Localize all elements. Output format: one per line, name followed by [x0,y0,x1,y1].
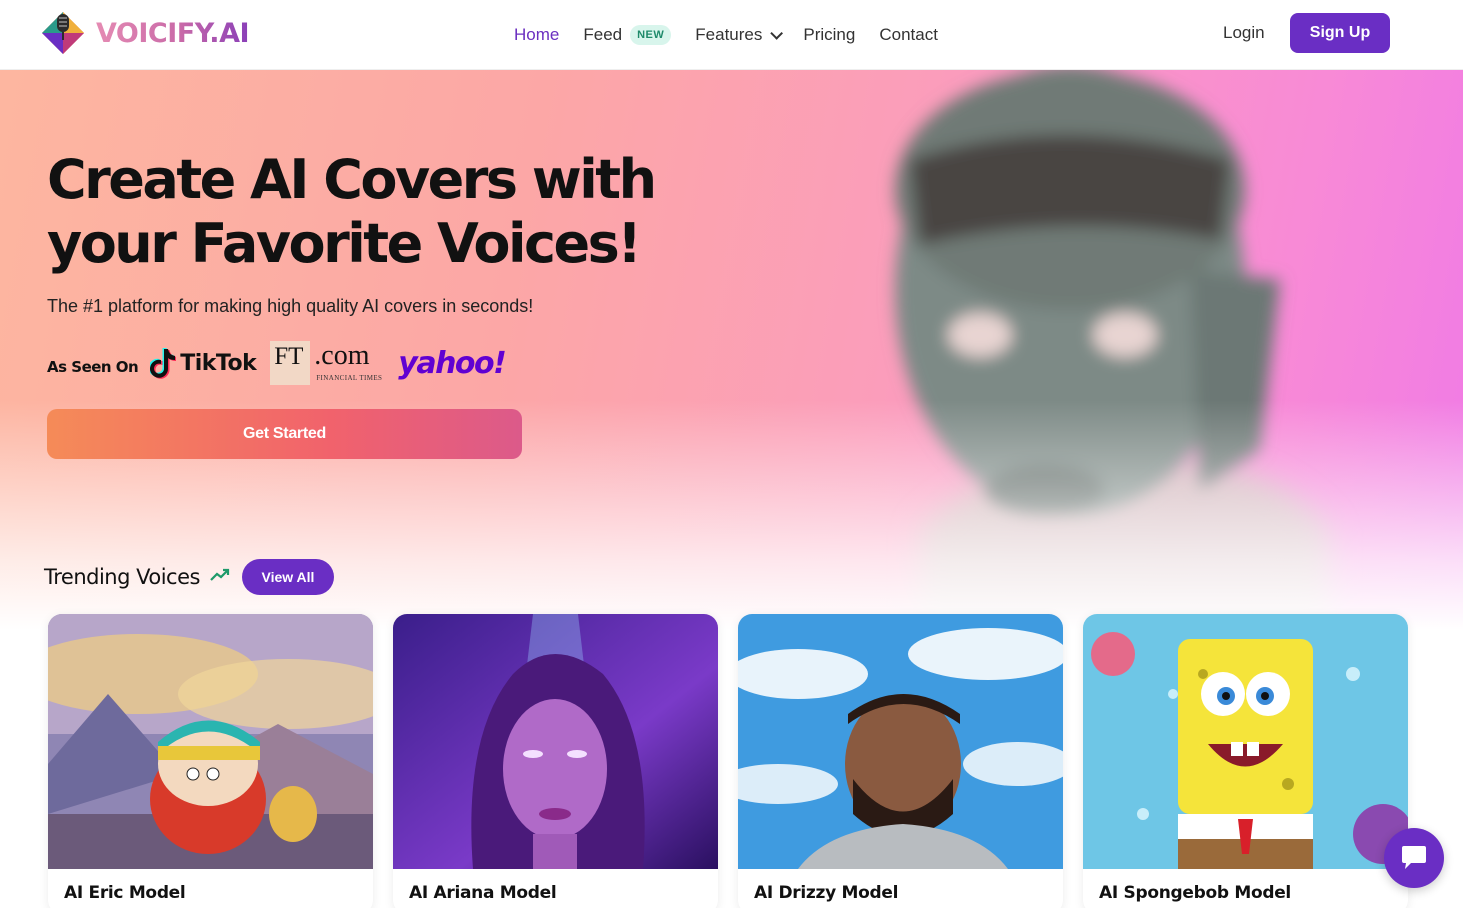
new-badge: NEW [630,25,672,45]
brand-logo[interactable]: VOICIFY.AI [38,8,250,58]
chat-bubble-icon [1402,846,1426,869]
nav-features-label: Features [695,25,763,44]
voice-card[interactable]: AI Drizzy Model [738,614,1063,908]
nav-features[interactable]: Features [695,25,784,45]
tiktok-text: TikTok [180,350,257,376]
nav-feed[interactable]: Feed NEW [583,25,672,45]
main-menu: Home Feed NEW Features Pricing Contact [514,0,962,70]
yahoo-logo: yahoo! [398,345,507,381]
nav-feed-label: Feed [583,25,623,44]
voice-card-name: AI Drizzy Model [754,883,899,903]
voice-card-name: AI Ariana Model [409,883,557,903]
top-navbar: VOICIFY.AI Home Feed NEW Features Pricin… [0,0,1463,70]
hero-title-line2: your Favorite Voices! [47,212,642,275]
voice-card[interactable]: AI Eric Model [48,614,373,908]
brand-name: VOICIFY.AI [96,17,250,49]
voice-card[interactable]: AI Ariana Model [393,614,718,908]
ft-small-caption: FINANCIAL TIMES [316,374,383,382]
voice-card-image [393,614,718,869]
as-seen-on-label: As Seen On [47,358,139,376]
trending-cards: AI Eric Model AI Ariana Model AI Drizzy … [48,614,1408,908]
hero-title: Create AI Covers with your Favorite Voic… [47,148,667,276]
voice-card-image [738,614,1063,869]
view-all-button[interactable]: View All [241,559,334,595]
tiktok-logo: TikTok [150,347,257,379]
voice-card-image [48,614,373,869]
nav-contact-label: Contact [879,25,938,44]
voice-card-image [1083,614,1408,869]
microphone-gem-icon [38,8,88,58]
hero-subtitle: The #1 platform for making high quality … [47,296,534,316]
trending-up-icon [210,568,230,587]
chevron-down-icon [770,26,784,40]
tiktok-icon [150,348,177,379]
hero-title-line1: Create AI Covers with [47,148,657,211]
nav-home-label: Home [514,25,560,44]
get-started-button[interactable]: Get Started [47,409,522,459]
hero-section: Create AI Covers with your Favorite Voic… [0,70,1463,630]
trending-header: Trending Voices View All [44,559,334,595]
nav-pricing-label: Pricing [803,25,856,44]
nav-pricing[interactable]: Pricing [803,25,855,45]
voice-card[interactable]: AI Spongebob Model [1083,614,1408,908]
as-seen-on-row: As Seen On TikTok FT .com FINANCIAL TIME… [47,338,507,388]
signup-button[interactable]: Sign Up [1290,13,1390,53]
trending-title: Trending Voices [44,565,200,589]
ft-box: FT [270,341,311,385]
voice-card-name: AI Eric Model [64,883,186,903]
nav-contact[interactable]: Contact [879,25,938,45]
voice-card-name: AI Spongebob Model [1099,883,1291,903]
chat-button[interactable] [1384,828,1444,888]
nav-home[interactable]: Home [514,25,559,45]
login-link[interactable]: Login [1223,23,1265,43]
ft-logo: FT .com FINANCIAL TIMES [270,341,384,385]
